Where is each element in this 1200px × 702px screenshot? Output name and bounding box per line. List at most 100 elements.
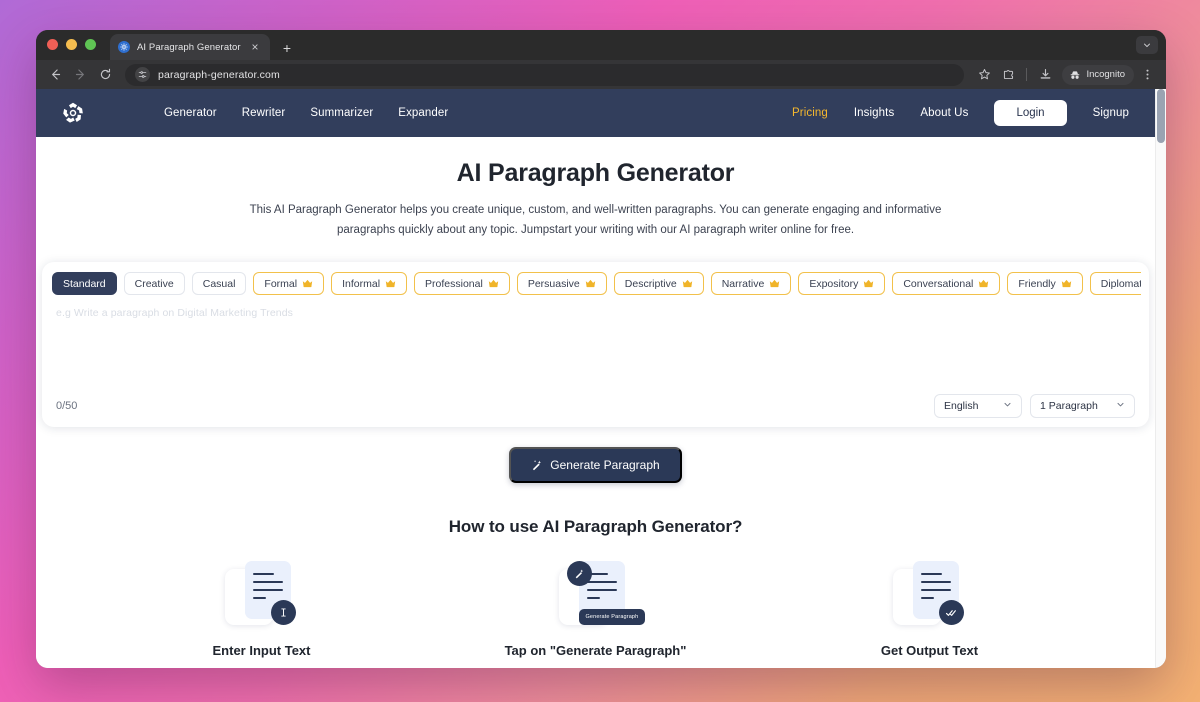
- page-settings-icon[interactable]: [135, 67, 150, 82]
- nav-link-about-us[interactable]: About Us: [920, 107, 968, 119]
- how-to-step-text: Click the "Generate Paragraph" button to…: [448, 665, 744, 668]
- hero-section: AI Paragraph Generator This AI Paragraph…: [36, 137, 1155, 240]
- how-to-step: Enter Input Text Begin by typing or past…: [114, 559, 410, 668]
- tone-tab-label: Conversational: [903, 277, 974, 290]
- tone-tab-list[interactable]: Standard Creative Casual Formal Informal Prof…: [50, 272, 1141, 296]
- back-icon[interactable]: [44, 64, 66, 86]
- browser-window: AI Paragraph Generator × + paragraph-gen…: [36, 30, 1166, 668]
- generate-action-row: Generate Paragraph: [36, 447, 1155, 484]
- tone-tab-expository[interactable]: Expository: [798, 272, 886, 296]
- tone-tab-label: Descriptive: [624, 277, 677, 290]
- toolbar-divider: [1026, 68, 1028, 81]
- text-cursor-icon: [270, 600, 296, 626]
- minimize-window-button[interactable]: [66, 38, 77, 50]
- forward-icon[interactable]: [69, 64, 91, 86]
- chevron-down-icon: [989, 400, 1012, 412]
- close-window-button[interactable]: [47, 38, 58, 50]
- tone-tab-label: Informal: [342, 277, 381, 290]
- browser-toolbar: paragraph-generator.com Incognito: [36, 60, 1166, 89]
- how-to-use-title: How to use AI Paragraph Generator?: [448, 517, 743, 537]
- nav-link-insights[interactable]: Insights: [854, 107, 894, 119]
- scrollbar-thumb[interactable]: [1157, 89, 1165, 143]
- document-wand-icon: Generate Paragraph: [553, 559, 646, 631]
- browser-tab-strip: AI Paragraph Generator × +: [36, 30, 1166, 60]
- language-select-value: English: [944, 400, 979, 413]
- window-traffic-lights: [47, 30, 96, 60]
- pinwheel-logo-icon[interactable]: [58, 98, 88, 128]
- nav-link-rewriter[interactable]: Rewriter: [242, 107, 286, 119]
- generator-tool-card: Standard Creative Casual Formal Informal Prof…: [42, 262, 1149, 428]
- tone-tab-persuasive[interactable]: Persuasive: [516, 272, 607, 296]
- crown-icon: [302, 279, 313, 288]
- tone-tab-creative[interactable]: Creative: [123, 272, 185, 296]
- browser-tab[interactable]: AI Paragraph Generator ×: [110, 34, 270, 60]
- address-bar[interactable]: paragraph-generator.com: [125, 63, 965, 86]
- tone-tab-conversational[interactable]: Conversational: [892, 272, 1001, 296]
- how-to-step-text: In just a short time, you can check and …: [782, 665, 1078, 668]
- how-to-step-title: Enter Input Text: [212, 643, 311, 659]
- tone-tab-casual[interactable]: Casual: [191, 272, 247, 296]
- crown-icon: [1061, 279, 1072, 288]
- how-to-step-text: Begin by typing or pasting your original…: [114, 665, 410, 668]
- crown-icon: [863, 279, 874, 288]
- crown-icon: [585, 279, 596, 288]
- how-to-step-title: Tap on "Generate Paragraph": [504, 643, 687, 659]
- how-to-step: Get Output Text In just a short time, yo…: [782, 559, 1078, 668]
- nav-link-summarizer[interactable]: Summarizer: [310, 107, 373, 119]
- chevron-down-icon: [1102, 400, 1125, 412]
- generate-paragraph-button[interactable]: Generate Paragraph: [509, 447, 682, 484]
- star-icon[interactable]: [973, 64, 995, 86]
- tone-tab-informal[interactable]: Informal: [331, 272, 408, 296]
- reload-icon[interactable]: [94, 64, 116, 86]
- paragraph-count-value: 1 Paragraph: [1040, 400, 1098, 413]
- tone-tab-diplomatic[interactable]: Diplomatic: [1089, 272, 1141, 296]
- kebab-menu-icon[interactable]: [1136, 64, 1158, 86]
- crown-icon: [682, 279, 693, 288]
- character-counter: 0/50: [56, 400, 78, 413]
- tone-tab-friendly[interactable]: Friendly: [1007, 272, 1083, 296]
- gear-icon: [118, 41, 130, 53]
- crown-icon: [978, 279, 989, 288]
- maximize-window-button[interactable]: [85, 38, 96, 50]
- tone-tab-descriptive[interactable]: Descriptive: [613, 272, 704, 296]
- document-cursor-icon: [219, 559, 305, 631]
- paragraph-input[interactable]: e.g Write a paragraph on Digital Marketi…: [50, 307, 1141, 393]
- double-check-icon: [938, 600, 964, 626]
- generate-paragraph-label: Generate Paragraph: [550, 458, 660, 473]
- tone-tab-label: Creative: [134, 277, 174, 290]
- incognito-label: Incognito: [1086, 69, 1125, 80]
- page-scrollbar[interactable]: [1155, 89, 1166, 668]
- tone-tab-professional[interactable]: Professional: [414, 272, 510, 296]
- signup-button[interactable]: Signup: [1093, 107, 1129, 119]
- page-viewport: Generator Rewriter Summarizer Expander P…: [36, 89, 1166, 668]
- magic-wand-icon: [531, 459, 543, 471]
- page-title: AI Paragraph Generator: [456, 159, 735, 187]
- incognito-indicator[interactable]: Incognito: [1062, 64, 1134, 85]
- close-icon[interactable]: ×: [248, 40, 262, 54]
- paragraph-input-placeholder: e.g Write a paragraph on Digital Marketi…: [56, 307, 293, 320]
- generate-paragraph-chip: Generate Paragraph: [578, 609, 646, 626]
- tone-tab-label: Standard: [63, 277, 106, 290]
- incognito-icon: [1069, 69, 1081, 81]
- tone-tab-narrative[interactable]: Narrative: [710, 272, 792, 296]
- how-to-use-steps: Enter Input Text Begin by typing or past…: [36, 559, 1155, 668]
- web-page: Generator Rewriter Summarizer Expander P…: [36, 89, 1155, 668]
- tone-tab-label: Friendly: [1018, 277, 1056, 290]
- puzzle-icon[interactable]: [997, 64, 1019, 86]
- paragraph-count-select[interactable]: 1 Paragraph: [1030, 394, 1135, 419]
- login-button[interactable]: Login: [994, 100, 1067, 126]
- how-to-use-section: How to use AI Paragraph Generator? Enter…: [36, 517, 1155, 668]
- tone-tab-label: Formal: [264, 277, 298, 290]
- download-icon[interactable]: [1034, 64, 1056, 86]
- tone-tab-standard[interactable]: Standard: [52, 272, 117, 296]
- chevron-down-icon[interactable]: [1136, 36, 1158, 54]
- nav-link-pricing[interactable]: Pricing: [792, 107, 828, 119]
- input-options: English 1 Paragraph: [934, 394, 1135, 419]
- toolbar-actions: Incognito: [973, 64, 1158, 86]
- language-select[interactable]: English: [934, 394, 1022, 419]
- nav-link-expander[interactable]: Expander: [398, 107, 448, 119]
- nav-link-generator[interactable]: Generator: [164, 107, 217, 119]
- tone-tab-formal[interactable]: Formal: [253, 272, 325, 296]
- new-tab-button[interactable]: +: [280, 41, 294, 55]
- crown-icon: [488, 279, 499, 288]
